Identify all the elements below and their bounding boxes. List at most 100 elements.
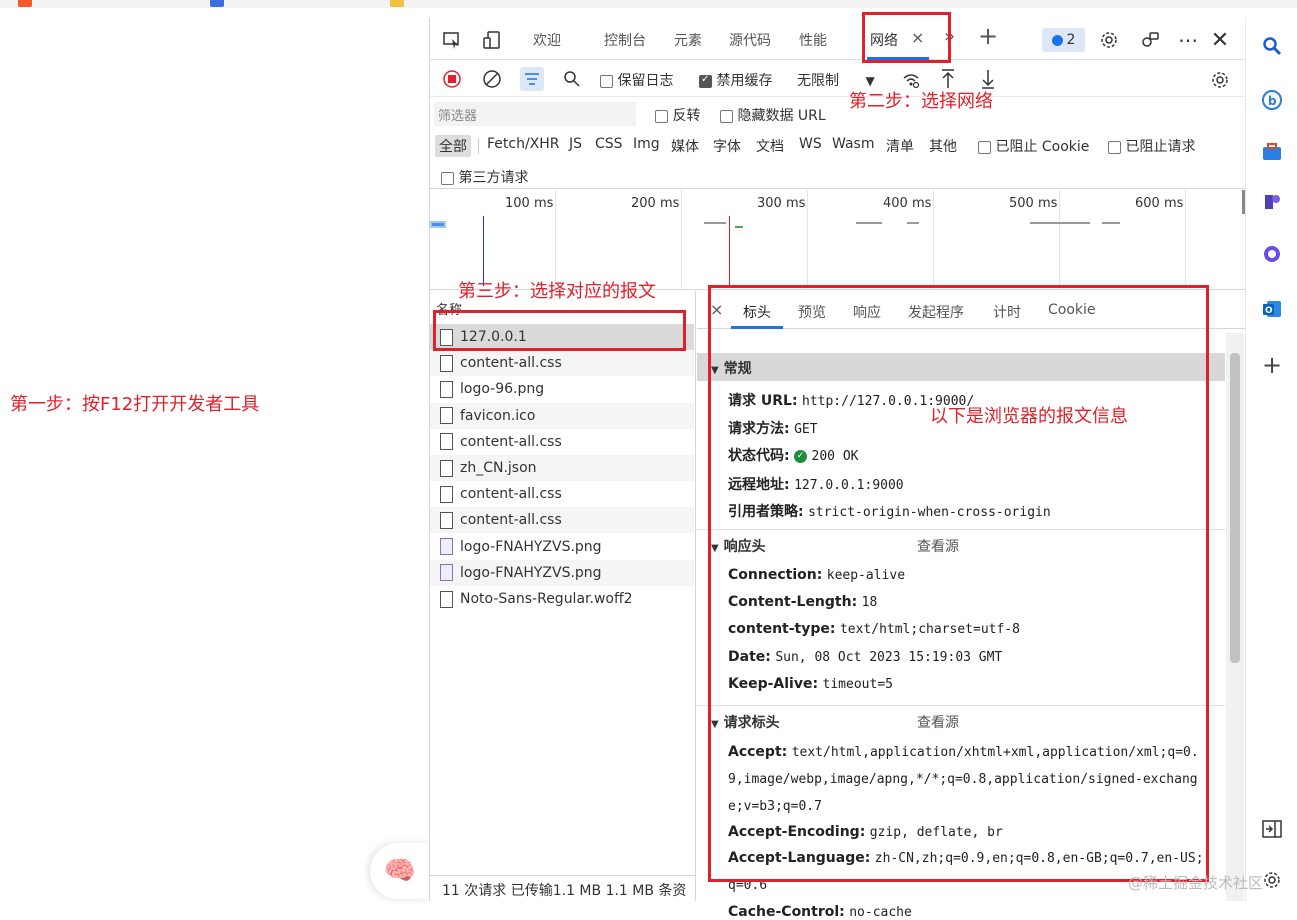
preserve-log-option[interactable]: 保留日志 <box>600 70 673 90</box>
tab-response[interactable]: 响应 <box>853 302 881 322</box>
tab-welcome[interactable]: 欢迎 <box>533 30 561 50</box>
type-filter-manifest[interactable]: 清单 <box>886 136 914 156</box>
search-icon[interactable] <box>1258 32 1286 60</box>
blocked-requests-checkbox[interactable] <box>1108 140 1121 154</box>
third-party-checkbox[interactable] <box>441 171 454 185</box>
view-source-link[interactable]: 查看源 <box>917 536 959 556</box>
blocked-cookies-checkbox[interactable] <box>978 140 991 154</box>
tab-initiator[interactable]: 发起程序 <box>908 302 964 322</box>
clear-icon[interactable] <box>482 69 502 89</box>
assistant-brain-button[interactable]: 🧠 <box>370 843 430 899</box>
tab-network[interactable]: 网络 <box>870 30 898 50</box>
tab-elements[interactable]: 元素 <box>674 30 702 50</box>
more-options-icon[interactable]: ⋯ <box>1176 28 1200 52</box>
type-filter-doc[interactable]: 文档 <box>756 136 784 156</box>
filter-input[interactable]: 筛选器 <box>434 102 636 126</box>
more-tabs-icon[interactable]: » <box>944 26 955 47</box>
request-row[interactable]: 127.0.0.1 <box>430 324 694 350</box>
request-row[interactable]: favicon.ico <box>430 402 694 429</box>
add-tab-icon[interactable]: + <box>978 22 998 50</box>
type-filter-ws[interactable]: WS <box>799 136 822 152</box>
view-source-link[interactable]: 查看源 <box>917 712 959 732</box>
disable-cache-option[interactable]: 禁用缓存 <box>699 70 772 90</box>
request-row[interactable]: zh_CN.json <box>430 455 694 481</box>
response-headers-section-header[interactable]: ▼ 响应头 查看源 <box>697 531 1225 559</box>
scrollbar-thumb[interactable] <box>1230 353 1240 663</box>
hide-data-urls-option[interactable]: 隐藏数据 URL <box>720 105 826 125</box>
annotation-step1: 第一步：按F12打开开发者工具 <box>10 394 260 415</box>
invert-option[interactable]: 反转 <box>655 105 700 125</box>
tab-network-close-icon[interactable]: × <box>911 28 924 47</box>
detail-scrollbar[interactable] <box>1226 333 1244 901</box>
request-row[interactable]: content-all.css <box>430 429 694 455</box>
connect-device-icon[interactable] <box>1138 28 1162 52</box>
tab-headers[interactable]: 标头 <box>743 302 771 322</box>
referrer-policy-value: strict-origin-when-cross-origin <box>808 505 1051 520</box>
disable-cache-checkbox[interactable] <box>699 74 712 88</box>
issues-badge[interactable]: 2 <box>1042 28 1085 52</box>
blocked-requests-option[interactable]: 已阻止请求 <box>1108 136 1195 156</box>
device-emulation-icon[interactable] <box>480 28 504 52</box>
type-filter-css[interactable]: CSS <box>595 136 623 152</box>
document-file-icon <box>440 511 453 529</box>
close-devtools-icon[interactable]: ✕ <box>1208 28 1232 53</box>
request-row[interactable]: Noto-Sans-Regular.woff2 <box>430 586 694 612</box>
general-section-header[interactable]: ▼ 常规 <box>697 353 1225 381</box>
cache-control-value: no-cache <box>849 905 912 920</box>
type-filter-img[interactable]: Img <box>633 136 660 152</box>
type-filter-js[interactable]: JS <box>569 136 582 152</box>
microsoft365-icon[interactable] <box>1258 240 1286 268</box>
tab-timing[interactable]: 计时 <box>993 302 1021 322</box>
preserve-log-checkbox[interactable] <box>600 74 613 88</box>
type-filter-other[interactable]: 其他 <box>929 136 957 156</box>
type-filter-font[interactable]: 字体 <box>713 136 741 156</box>
favorite-item[interactable]: ——— <box>18 0 72 7</box>
tab-cookies[interactable]: Cookie <box>1048 302 1096 318</box>
network-settings-gear-icon[interactable] <box>1208 68 1232 92</box>
shopping-icon[interactable] <box>1258 138 1286 166</box>
close-detail-icon[interactable]: × <box>710 300 723 319</box>
preserve-log-label: 保留日志 <box>617 73 674 89</box>
request-row[interactable]: content-all.css <box>430 350 694 377</box>
third-party-option[interactable]: 第三方请求 <box>441 167 528 187</box>
games-icon[interactable] <box>1258 188 1286 216</box>
request-row[interactable]: content-all.css <box>430 507 694 534</box>
settings-gear-icon[interactable] <box>1097 28 1121 52</box>
record-icon[interactable] <box>442 69 462 89</box>
request-row[interactable]: logo-FNAHYZVS.png <box>430 534 694 560</box>
filter-icon[interactable] <box>520 67 544 91</box>
type-filter-media[interactable]: 媒体 <box>671 136 699 156</box>
network-timeline-overview[interactable]: 100 ms 200 ms 300 ms 400 ms 500 ms 600 m… <box>430 190 1245 290</box>
request-row[interactable]: content-all.css <box>430 481 694 507</box>
tab-sources[interactable]: 源代码 <box>729 30 771 50</box>
triangle-down-icon: ▼ <box>711 365 719 376</box>
inspect-element-icon[interactable] <box>440 28 464 52</box>
request-row[interactable]: logo-96.png <box>430 376 694 402</box>
favorite-item[interactable]: ——— <box>210 0 264 7</box>
request-method-value: GET <box>794 422 818 437</box>
bing-chat-icon[interactable]: b <box>1258 86 1286 114</box>
request-name: content-all.css <box>460 512 562 529</box>
outlook-icon[interactable]: O <box>1258 295 1286 323</box>
tab-preview[interactable]: 预览 <box>798 302 826 322</box>
response-header-key: content-type: <box>728 621 836 638</box>
dom-content-loaded-marker <box>483 216 484 286</box>
tab-performance[interactable]: 性能 <box>799 30 827 50</box>
request-row[interactable]: logo-FNAHYZVS.png <box>430 559 694 586</box>
hide-data-urls-checkbox[interactable] <box>720 109 733 123</box>
type-filter-fetch-xhr[interactable]: Fetch/XHR <box>487 136 560 152</box>
type-filter-wasm[interactable]: Wasm <box>832 136 874 152</box>
favorite-item[interactable]: ——— <box>390 0 444 7</box>
search-icon[interactable] <box>562 69 582 89</box>
document-file-icon <box>440 354 453 372</box>
type-filter-all[interactable]: 全部 <box>435 135 471 157</box>
invert-checkbox[interactable] <box>655 109 668 123</box>
blocked-cookies-option[interactable]: 已阻止 Cookie <box>978 136 1089 156</box>
request-name: zh_CN.json <box>460 460 537 476</box>
add-sidebar-app-icon[interactable]: + <box>1258 351 1286 379</box>
hide-sidebar-icon[interactable] <box>1258 815 1286 843</box>
request-headers-section-header[interactable]: ▼ 请求标头 查看源 <box>697 707 1225 735</box>
request-name: Noto-Sans-Regular.woff2 <box>460 591 633 607</box>
favorites-bar: ——— ——— ——— <box>0 0 1297 8</box>
tab-console[interactable]: 控制台 <box>604 30 646 50</box>
